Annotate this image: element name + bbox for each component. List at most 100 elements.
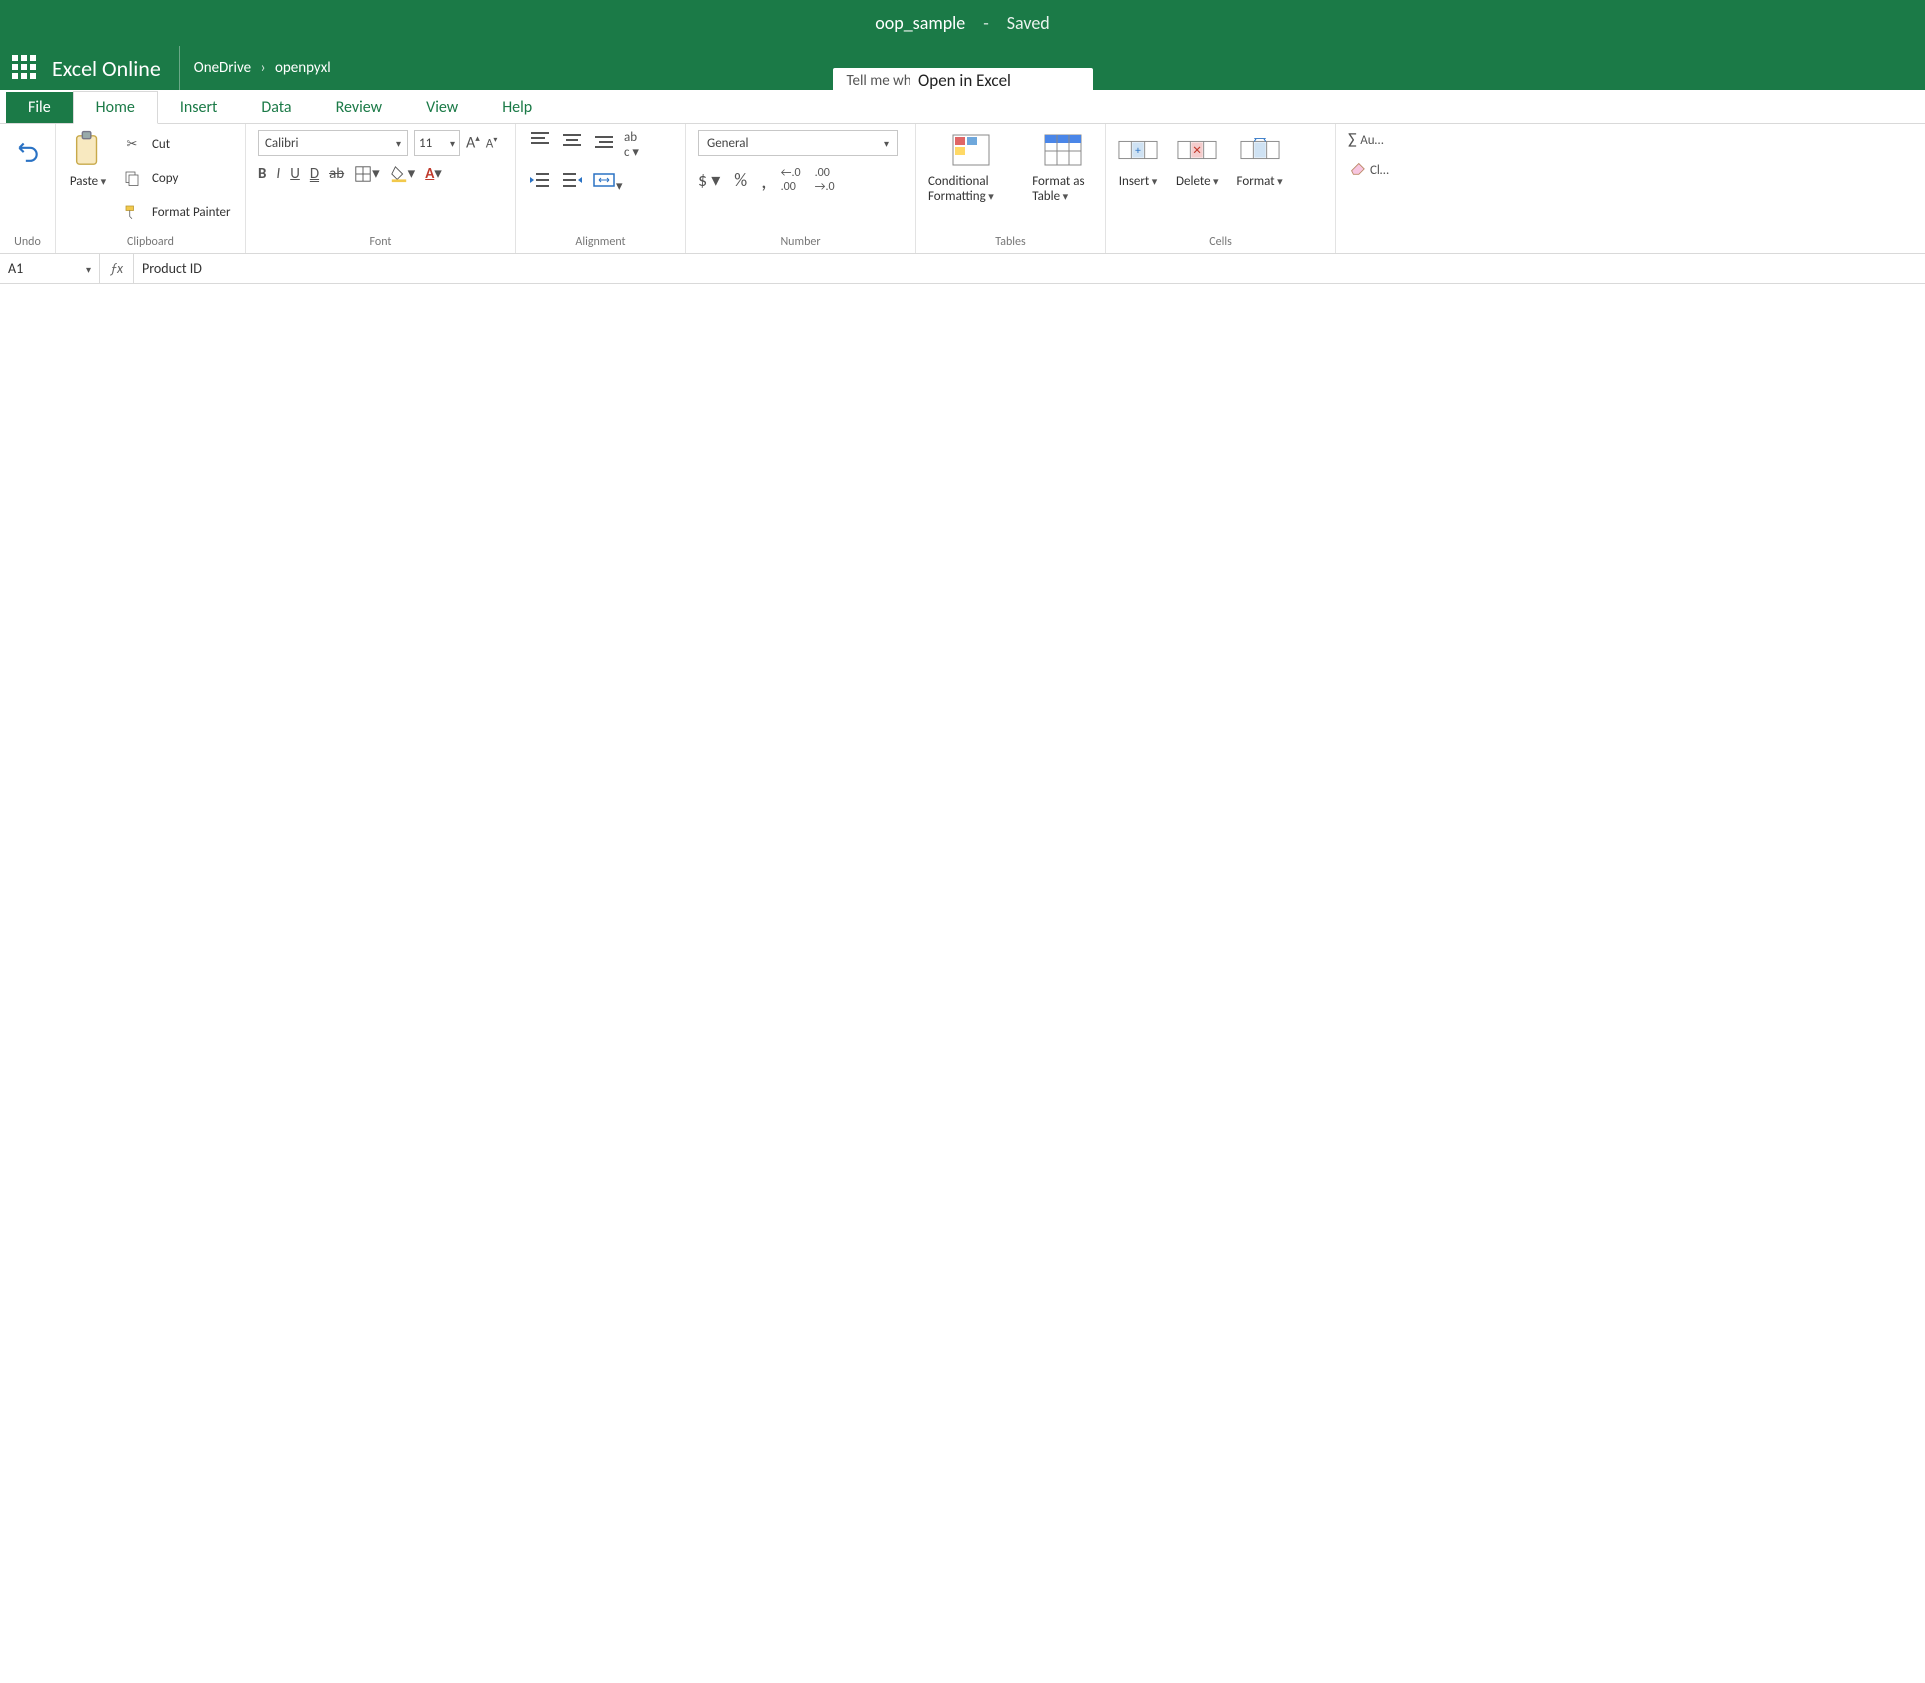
double-underline-button[interactable]: D xyxy=(310,165,319,183)
format-as-table-icon xyxy=(1043,130,1083,170)
number-format-select[interactable]: General xyxy=(698,130,898,156)
formula-bar: A1 ƒx Product ID xyxy=(0,254,1925,284)
cut-label: Cut xyxy=(152,137,170,152)
formula-value[interactable]: Product ID xyxy=(134,260,202,277)
tab-view[interactable]: View xyxy=(404,92,480,123)
format-cells-icon xyxy=(1240,130,1280,170)
undo-icon xyxy=(8,130,48,170)
decrease-indent-button[interactable] xyxy=(528,170,552,194)
tab-help[interactable]: Help xyxy=(480,92,554,123)
decrease-decimal-button[interactable]: .00→.0 xyxy=(815,166,835,194)
chevron-down-icon xyxy=(86,260,91,277)
paste-label: Paste xyxy=(70,174,106,189)
breadcrumb-folder[interactable]: openpyxl xyxy=(275,59,331,77)
grow-font-button[interactable]: A▴ xyxy=(466,133,480,152)
breadcrumb-root[interactable]: OneDrive xyxy=(194,59,251,77)
app-launcher-icon[interactable] xyxy=(12,55,38,81)
format-painter-button[interactable]: Format Painter xyxy=(118,198,231,226)
open-in-excel-link[interactable]: Open in Excel xyxy=(910,68,1019,93)
ribbon: Undo Paste ✂ Cut Copy xyxy=(0,124,1925,254)
chevron-down-icon xyxy=(884,136,889,151)
italic-button[interactable]: I xyxy=(276,165,280,183)
title-bar: oop_sample - Saved xyxy=(0,0,1925,46)
group-label-font: Font xyxy=(258,235,503,249)
font-size-value: 11 xyxy=(419,136,432,151)
save-state: Saved xyxy=(1007,12,1050,34)
format-as-table-label: Format as Table xyxy=(1032,174,1093,204)
increase-indent-button[interactable] xyxy=(560,170,584,194)
percent-button[interactable]: % xyxy=(734,169,747,191)
fill-color-button[interactable]: ▾ xyxy=(390,164,416,183)
group-label-alignment: Alignment xyxy=(528,235,673,249)
app-header: Excel Online OneDrive › openpyxl Tell me… xyxy=(0,46,1925,90)
name-box[interactable]: A1 xyxy=(0,254,100,283)
paste-button[interactable]: Paste xyxy=(68,130,108,189)
shrink-font-button[interactable]: A▾ xyxy=(486,135,498,151)
insert-cells-icon: + xyxy=(1118,130,1158,170)
title-separator: - xyxy=(983,12,989,34)
cut-icon: ✂ xyxy=(118,130,146,158)
underline-button[interactable]: U xyxy=(290,165,300,183)
format-as-table-button[interactable]: Format as Table xyxy=(1032,130,1093,204)
group-font: Calibri 11 A▴ A▾ B I U D ab ▾ xyxy=(246,124,516,253)
wrap-text-button[interactable]: abc ▾ xyxy=(624,130,639,160)
name-box-value: A1 xyxy=(8,260,23,277)
group-label-undo: Undo xyxy=(12,235,43,249)
delete-cells-button[interactable]: ✕ Delete xyxy=(1176,130,1219,189)
currency-button[interactable]: $ ▾ xyxy=(698,169,720,191)
app-name[interactable]: Excel Online xyxy=(52,46,180,90)
font-size-select[interactable]: 11 xyxy=(414,130,460,156)
group-clipboard: Paste ✂ Cut Copy Format Painter xyxy=(56,124,246,253)
paste-icon xyxy=(68,130,108,170)
chevron-down-icon xyxy=(450,136,455,151)
insert-cells-label: Insert xyxy=(1119,174,1158,189)
tab-review[interactable]: Review xyxy=(314,92,405,123)
group-tables: Conditional Formatting Format as Table T… xyxy=(916,124,1106,253)
tab-file[interactable]: File xyxy=(6,92,73,123)
copy-button[interactable]: Copy xyxy=(118,164,231,192)
copy-label: Copy xyxy=(152,171,178,186)
increase-decimal-button[interactable]: ←.0.00 xyxy=(781,166,801,194)
strike-button[interactable]: ab xyxy=(329,165,344,183)
conditional-formatting-button[interactable]: Conditional Formatting xyxy=(928,130,1014,204)
ribbon-tabs: File Home Insert Data Review View Help xyxy=(0,90,1925,124)
group-label-number: Number xyxy=(698,235,903,249)
delete-cells-label: Delete xyxy=(1176,174,1219,189)
bold-button[interactable]: B xyxy=(258,165,266,183)
format-cells-label: Format xyxy=(1237,174,1283,189)
group-number: General $ ▾ % , ←.0.00 .00→.0 Number xyxy=(686,124,916,253)
tab-data[interactable]: Data xyxy=(239,92,313,123)
group-cells: + Insert ✕ Delete Format Cells xyxy=(1106,124,1336,253)
font-color-button[interactable]: A▾ xyxy=(425,164,442,183)
clear-button[interactable]: Cl… xyxy=(1348,161,1424,179)
merge-button[interactable]: ▾ xyxy=(592,170,623,194)
group-undo: Undo xyxy=(0,124,56,253)
tab-insert[interactable]: Insert xyxy=(158,92,240,123)
copy-icon xyxy=(118,164,146,192)
tab-home[interactable]: Home xyxy=(73,91,158,124)
align-middle-button[interactable] xyxy=(560,130,584,160)
undo-button[interactable] xyxy=(12,130,43,170)
svg-text:+: + xyxy=(1135,144,1141,158)
breadcrumb: OneDrive › openpyxl xyxy=(194,59,331,77)
conditional-formatting-label: Conditional Formatting xyxy=(928,174,1014,204)
align-bottom-button[interactable] xyxy=(592,130,616,160)
format-painter-label: Format Painter xyxy=(152,205,231,220)
align-top-button[interactable] xyxy=(528,130,552,160)
comma-button[interactable]: , xyxy=(761,167,767,194)
breadcrumb-sep: › xyxy=(260,59,265,77)
format-cells-button[interactable]: Format xyxy=(1237,130,1283,189)
format-painter-icon xyxy=(118,198,146,226)
svg-text:✕: ✕ xyxy=(1192,144,1202,158)
group-label-cells: Cells xyxy=(1118,235,1323,249)
insert-cells-button[interactable]: + Insert xyxy=(1118,130,1158,189)
autosum-button[interactable]: ∑ Au… xyxy=(1348,130,1424,149)
group-alignment: abc ▾ ▾ Alignment xyxy=(516,124,686,253)
fx-icon[interactable]: ƒx xyxy=(100,254,134,283)
border-button[interactable]: ▾ xyxy=(354,164,380,183)
conditional-formatting-icon xyxy=(951,130,991,170)
group-label-tables: Tables xyxy=(928,235,1093,249)
cut-button[interactable]: ✂ Cut xyxy=(118,130,231,158)
font-name-select[interactable]: Calibri xyxy=(258,130,408,156)
font-name-value: Calibri xyxy=(265,136,298,151)
